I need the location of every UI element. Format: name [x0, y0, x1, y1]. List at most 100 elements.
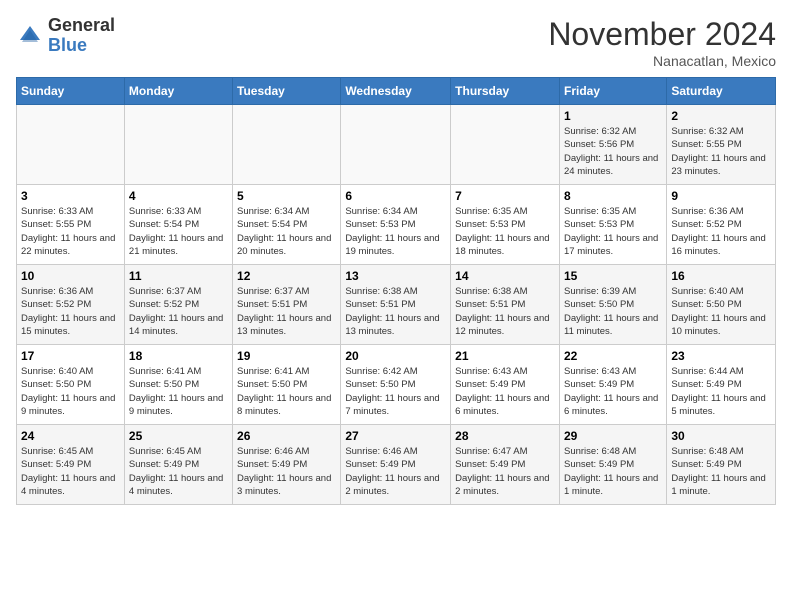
day-number: 12: [237, 269, 336, 283]
calendar-cell: 30Sunrise: 6:48 AM Sunset: 5:49 PM Dayli…: [667, 425, 776, 505]
day-info: Sunrise: 6:45 AM Sunset: 5:49 PM Dayligh…: [21, 445, 120, 498]
day-number: 8: [564, 189, 662, 203]
day-of-week-header: Friday: [559, 78, 666, 105]
day-info: Sunrise: 6:37 AM Sunset: 5:52 PM Dayligh…: [129, 285, 228, 338]
day-number: 19: [237, 349, 336, 363]
calendar-cell: 20 Sunrise: 6:42 AM Sunset: 5:50 PM Dayli…: [341, 345, 451, 425]
calendar-cell: 29 Sunrise: 6:48 AM Sunset: 5:49 PM Dayli…: [559, 425, 666, 505]
day-info: Sunrise: 6:35 AM Sunset: 5:53 PM Dayligh…: [564, 205, 662, 258]
day-number: 22: [564, 349, 662, 363]
calendar-cell: 12 Sunrise: 6:37 AM Sunset: 5:51 PM Dayli…: [233, 265, 341, 345]
calendar-week-row: 24Sunrise: 6:45 AM Sunset: 5:49 PM Dayli…: [17, 425, 776, 505]
calendar-cell: 28 Sunrise: 6:47 AM Sunset: 5:49 PM Dayli…: [451, 425, 560, 505]
day-info: Sunrise: 6:41 AM Sunset: 5:50 PM Dayligh…: [129, 365, 228, 418]
day-number: 9: [671, 189, 771, 203]
day-number: 20: [345, 349, 446, 363]
logo: General Blue: [16, 16, 115, 56]
day-info: Sunrise: 6:38 AM Sunset: 5:51 PM Dayligh…: [345, 285, 446, 338]
calendar-cell: 1 Sunrise: 6:32 AM Sunset: 5:56 PM Daylig…: [559, 105, 666, 185]
day-info: Sunrise: 6:40 AM Sunset: 5:50 PM Dayligh…: [671, 285, 771, 338]
logo-blue-text: Blue: [48, 35, 87, 55]
calendar-cell: 4Sunrise: 6:33 AM Sunset: 5:54 PM Daylig…: [124, 185, 232, 265]
calendar-cell: [451, 105, 560, 185]
day-info: Sunrise: 6:37 AM Sunset: 5:51 PM Dayligh…: [237, 285, 336, 338]
calendar-cell: 24Sunrise: 6:45 AM Sunset: 5:49 PM Dayli…: [17, 425, 125, 505]
calendar-cell: 9 Sunrise: 6:36 AM Sunset: 5:52 PM Daylig…: [667, 185, 776, 265]
calendar-cell: [341, 105, 451, 185]
calendar-cell: 17Sunrise: 6:40 AM Sunset: 5:50 PM Dayli…: [17, 345, 125, 425]
day-info: Sunrise: 6:46 AM Sunset: 5:49 PM Dayligh…: [345, 445, 446, 498]
calendar-cell: 21Sunrise: 6:43 AM Sunset: 5:49 PM Dayli…: [451, 345, 560, 425]
logo-general-text: General: [48, 15, 115, 35]
title-block: November 2024 Nanacatlan, Mexico: [548, 16, 776, 69]
day-info: Sunrise: 6:36 AM Sunset: 5:52 PM Dayligh…: [671, 205, 771, 258]
day-info: Sunrise: 6:42 AM Sunset: 5:50 PM Dayligh…: [345, 365, 446, 418]
calendar-cell: 19 Sunrise: 6:41 AM Sunset: 5:50 PM Dayli…: [233, 345, 341, 425]
day-info: Sunrise: 6:34 AM Sunset: 5:54 PM Dayligh…: [237, 205, 336, 258]
day-of-week-header: Wednesday: [341, 78, 451, 105]
calendar-cell: 10 Sunrise: 6:36 AM Sunset: 5:52 PM Dayli…: [17, 265, 125, 345]
day-number: 26: [237, 429, 336, 443]
month-title: November 2024: [548, 16, 776, 53]
calendar-header-row: SundayMondayTuesdayWednesdayThursdayFrid…: [17, 78, 776, 105]
day-info: Sunrise: 6:35 AM Sunset: 5:53 PM Dayligh…: [455, 205, 555, 258]
calendar-cell: 6Sunrise: 6:34 AM Sunset: 5:53 PM Daylig…: [341, 185, 451, 265]
calendar-cell: 7 Sunrise: 6:35 AM Sunset: 5:53 PM Daylig…: [451, 185, 560, 265]
day-of-week-header: Tuesday: [233, 78, 341, 105]
calendar-cell: 3 Sunrise: 6:33 AM Sunset: 5:55 PM Daylig…: [17, 185, 125, 265]
day-info: Sunrise: 6:33 AM Sunset: 5:54 PM Dayligh…: [129, 205, 228, 258]
calendar-cell: 2 Sunrise: 6:32 AM Sunset: 5:55 PM Daylig…: [667, 105, 776, 185]
day-number: 10: [21, 269, 120, 283]
day-number: 2: [671, 109, 771, 123]
day-info: Sunrise: 6:44 AM Sunset: 5:49 PM Dayligh…: [671, 365, 771, 418]
calendar-cell: 23 Sunrise: 6:44 AM Sunset: 5:49 PM Dayli…: [667, 345, 776, 425]
day-info: Sunrise: 6:39 AM Sunset: 5:50 PM Dayligh…: [564, 285, 662, 338]
day-number: 14: [455, 269, 555, 283]
calendar-week-row: 1 Sunrise: 6:32 AM Sunset: 5:56 PM Daylig…: [17, 105, 776, 185]
day-info: Sunrise: 6:43 AM Sunset: 5:49 PM Dayligh…: [564, 365, 662, 418]
day-info: Sunrise: 6:48 AM Sunset: 5:49 PM Dayligh…: [671, 445, 771, 498]
calendar-cell: 22 Sunrise: 6:43 AM Sunset: 5:49 PM Dayli…: [559, 345, 666, 425]
day-info: Sunrise: 6:47 AM Sunset: 5:49 PM Dayligh…: [455, 445, 555, 498]
day-number: 29: [564, 429, 662, 443]
day-info: Sunrise: 6:41 AM Sunset: 5:50 PM Dayligh…: [237, 365, 336, 418]
day-number: 17: [21, 349, 120, 363]
calendar-cell: 5 Sunrise: 6:34 AM Sunset: 5:54 PM Daylig…: [233, 185, 341, 265]
day-number: 15: [564, 269, 662, 283]
calendar-cell: 13 Sunrise: 6:38 AM Sunset: 5:51 PM Dayli…: [341, 265, 451, 345]
day-info: Sunrise: 6:32 AM Sunset: 5:55 PM Dayligh…: [671, 125, 771, 178]
calendar-cell: 11 Sunrise: 6:37 AM Sunset: 5:52 PM Dayli…: [124, 265, 232, 345]
day-info: Sunrise: 6:46 AM Sunset: 5:49 PM Dayligh…: [237, 445, 336, 498]
day-of-week-header: Monday: [124, 78, 232, 105]
day-number: 11: [129, 269, 228, 283]
logo-icon: [16, 22, 44, 50]
location-subtitle: Nanacatlan, Mexico: [548, 53, 776, 69]
calendar-week-row: 10 Sunrise: 6:36 AM Sunset: 5:52 PM Dayli…: [17, 265, 776, 345]
day-number: 13: [345, 269, 446, 283]
day-number: 28: [455, 429, 555, 443]
day-number: 6: [345, 189, 446, 203]
day-number: 27: [345, 429, 446, 443]
day-number: 23: [671, 349, 771, 363]
day-number: 7: [455, 189, 555, 203]
day-number: 1: [564, 109, 662, 123]
calendar-cell: 14Sunrise: 6:38 AM Sunset: 5:51 PM Dayli…: [451, 265, 560, 345]
day-info: Sunrise: 6:32 AM Sunset: 5:56 PM Dayligh…: [564, 125, 662, 178]
calendar-cell: 15 Sunrise: 6:39 AM Sunset: 5:50 PM Dayli…: [559, 265, 666, 345]
day-of-week-header: Saturday: [667, 78, 776, 105]
calendar-table: SundayMondayTuesdayWednesdayThursdayFrid…: [16, 77, 776, 505]
day-number: 5: [237, 189, 336, 203]
day-info: Sunrise: 6:36 AM Sunset: 5:52 PM Dayligh…: [21, 285, 120, 338]
calendar-cell: 8 Sunrise: 6:35 AM Sunset: 5:53 PM Daylig…: [559, 185, 666, 265]
calendar-cell: [233, 105, 341, 185]
calendar-cell: 25Sunrise: 6:45 AM Sunset: 5:49 PM Dayli…: [124, 425, 232, 505]
day-of-week-header: Thursday: [451, 78, 560, 105]
day-number: 16: [671, 269, 771, 283]
calendar-cell: 26 Sunrise: 6:46 AM Sunset: 5:49 PM Dayli…: [233, 425, 341, 505]
day-info: Sunrise: 6:33 AM Sunset: 5:55 PM Dayligh…: [21, 205, 120, 258]
calendar-cell: 16 Sunrise: 6:40 AM Sunset: 5:50 PM Dayli…: [667, 265, 776, 345]
day-info: Sunrise: 6:48 AM Sunset: 5:49 PM Dayligh…: [564, 445, 662, 498]
day-number: 18: [129, 349, 228, 363]
day-number: 3: [21, 189, 120, 203]
day-number: 21: [455, 349, 555, 363]
